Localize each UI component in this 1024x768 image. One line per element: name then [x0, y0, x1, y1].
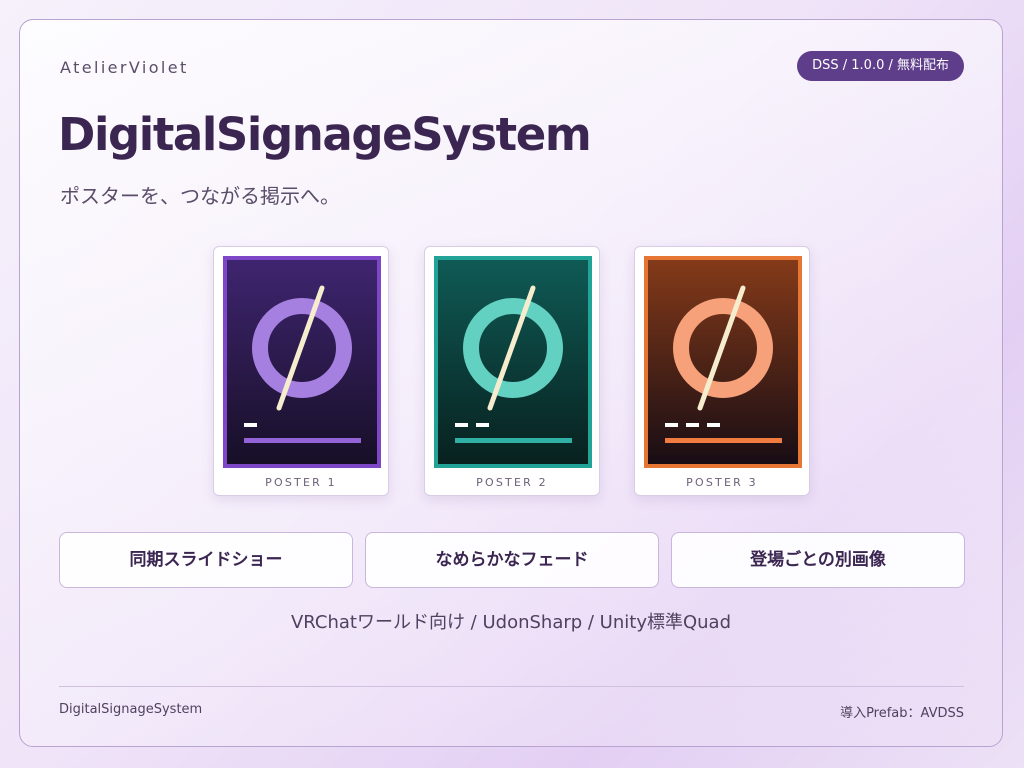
feature-buttons: 同期スライドショー なめらかなフェード 登場ごとの別画像	[59, 532, 966, 588]
poster-label-3: POSTER 3	[686, 476, 758, 489]
footer-prefab-info: 導入Prefab：AVDSS	[840, 706, 964, 721]
version-badge: DSS / 1.0.0 / 無料配布	[797, 51, 964, 81]
poster-dash	[686, 423, 699, 427]
poster-label-2: POSTER 2	[476, 476, 548, 489]
poster-svg-1	[227, 260, 377, 464]
main-card: AtelierViolet DSS / 1.0.0 / 無料配布 Digital…	[19, 19, 1003, 747]
poster-background	[438, 260, 588, 464]
poster-svg-3	[648, 260, 798, 464]
poster-dash	[665, 423, 678, 427]
feature-smooth-fade-button[interactable]: なめらかなフェード	[365, 532, 659, 588]
brand-name: AtelierViolet	[60, 58, 189, 77]
poster-dash	[244, 423, 257, 427]
footer-product-name: DigitalSignageSystem	[59, 702, 203, 717]
poster-background	[648, 260, 798, 464]
footer-divider	[59, 686, 964, 687]
poster-art-2	[434, 256, 592, 468]
platform-info: VRChatワールド向け / UdonSharp / Unity標準Quad	[290, 612, 732, 633]
poster-dash	[455, 423, 468, 427]
poster-art-1	[223, 256, 381, 468]
poster-dash	[707, 423, 720, 427]
poster-bar	[455, 438, 572, 443]
poster-card-2[interactable]: POSTER 2	[424, 246, 600, 496]
poster-label-1: POSTER 1	[265, 476, 337, 489]
poster-card-1[interactable]: POSTER 1	[213, 246, 389, 496]
poster-bar	[665, 438, 782, 443]
poster-bar	[244, 438, 361, 443]
poster-svg-2	[438, 260, 588, 464]
poster-background	[227, 260, 377, 464]
poster-dash	[476, 423, 489, 427]
poster-art-3	[644, 256, 802, 468]
page-title: DigitalSignageSystem	[58, 108, 592, 161]
poster-gallery: POSTER 1 POSTER 2 POSTER 3	[213, 246, 813, 498]
tagline: ポスターを、つながる掲示へ。	[60, 184, 340, 208]
feature-sync-slideshow-button[interactable]: 同期スライドショー	[59, 532, 353, 588]
feature-per-appearance-image-button[interactable]: 登場ごとの別画像	[671, 532, 965, 588]
poster-card-3[interactable]: POSTER 3	[634, 246, 810, 496]
